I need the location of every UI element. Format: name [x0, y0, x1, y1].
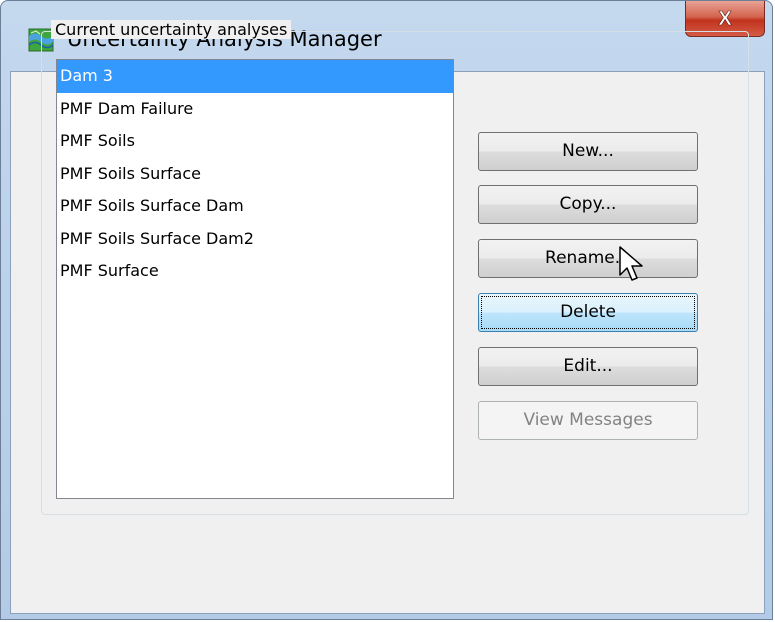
list-item[interactable]: PMF Surface: [57, 255, 453, 288]
list-item[interactable]: PMF Soils Surface Dam: [57, 190, 453, 223]
list-item[interactable]: Dam 3: [57, 60, 453, 93]
new-button[interactable]: New...: [478, 132, 698, 171]
dialog-window: Uncertainty Analysis Manager X Current u…: [0, 0, 773, 620]
copy-button[interactable]: Copy...: [478, 185, 698, 224]
delete-button[interactable]: Delete: [478, 293, 698, 332]
list-item[interactable]: PMF Soils Surface Dam2: [57, 223, 453, 256]
list-item[interactable]: PMF Soils: [57, 125, 453, 158]
group-label: Current uncertainty analyses: [51, 20, 292, 39]
rename-button[interactable]: Rename...: [478, 239, 698, 278]
mouse-pointer-icon: [618, 245, 648, 283]
list-item[interactable]: PMF Soils Surface: [57, 158, 453, 191]
close-glyph: X: [718, 8, 732, 30]
view-messages-button: View Messages: [478, 401, 698, 440]
list-item[interactable]: PMF Dam Failure: [57, 93, 453, 126]
analyses-listbox[interactable]: Dam 3 PMF Dam Failure PMF Soils PMF Soil…: [56, 59, 454, 499]
edit-button[interactable]: Edit...: [478, 347, 698, 386]
